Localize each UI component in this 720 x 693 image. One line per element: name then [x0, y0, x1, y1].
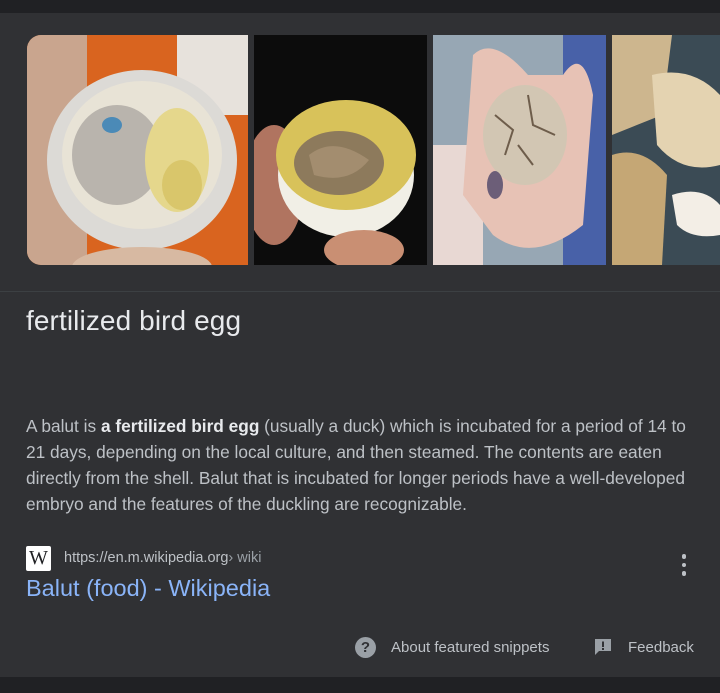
source-row[interactable]: W https://en.m.wikipedia.org › wiki: [26, 545, 261, 571]
image-carousel[interactable]: [27, 35, 720, 265]
dot: [681, 554, 687, 559]
source-breadcrumb: › wiki: [228, 550, 262, 566]
snippet-text: A balut is a fertilized bird egg (usuall…: [26, 413, 698, 517]
balut-embryo-image[interactable]: [27, 35, 248, 265]
more-options-icon[interactable]: [672, 550, 696, 580]
feedback-link[interactable]: Feedback: [593, 634, 694, 660]
cracked-egg-hand-image[interactable]: [433, 35, 606, 265]
snippet-text-start: A balut is: [26, 416, 101, 436]
about-featured-snippets-label: About featured snippets: [391, 638, 550, 656]
balut-yolk-image[interactable]: [254, 35, 427, 265]
feedback-icon: [593, 637, 613, 657]
source-url: https://en.m.wikipedia.org: [64, 550, 229, 566]
feedback-label: Feedback: [628, 638, 694, 656]
dot: [681, 571, 687, 576]
egg-shells-image[interactable]: [612, 35, 720, 265]
bottom-separator: [0, 677, 720, 693]
about-featured-snippets-link[interactable]: ? About featured snippets: [355, 634, 549, 660]
answer-title: fertilized bird egg: [26, 305, 242, 336]
snippet-highlight: a fertilized bird egg: [100, 416, 260, 436]
wikipedia-logo-icon: W: [26, 545, 51, 571]
section-divider: [0, 291, 720, 292]
result-title-link[interactable]: Balut (food) - Wikipedia: [26, 575, 270, 602]
dot: [681, 562, 687, 568]
featured-snippet-card: fertilized bird egg A balut is a fertili…: [0, 13, 720, 677]
help-circle-icon: ?: [355, 636, 376, 658]
top-separator: [0, 0, 720, 13]
